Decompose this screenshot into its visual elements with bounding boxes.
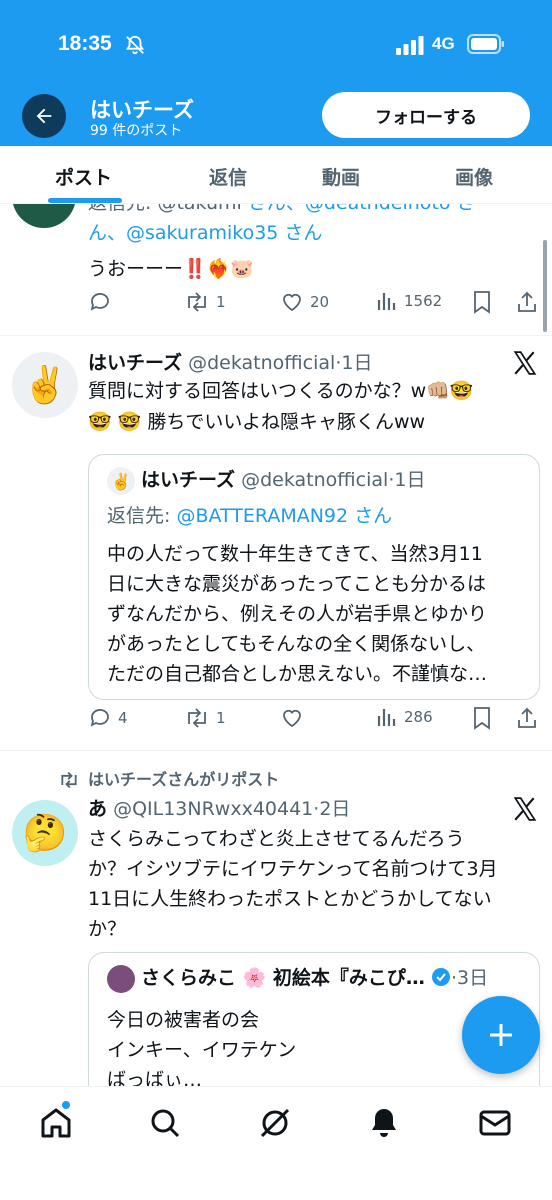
bookmark-button[interactable] xyxy=(472,290,492,314)
post-author-line: はいチーズ @dekatnofficial·1日 xyxy=(88,352,373,374)
profile-header: 18:35 4G はいチーズ 99 件のポスト フォローする xyxy=(0,0,552,146)
heart-icon xyxy=(283,293,301,312)
post-text-line: 🤓 🤓 勝ちでいいよね隠キャ豚くんww xyxy=(88,411,426,433)
bell-off-icon xyxy=(125,35,145,55)
timeline[interactable]: 返信先: @takumi さん、@deathdeinoto さ ん、@sakur… xyxy=(0,204,552,1086)
quote-reply-to: 返信先: @BATTERAMAN92 さん xyxy=(107,505,393,527)
status-bar: 18:35 4G xyxy=(0,28,552,64)
post-count: 99 件のポスト xyxy=(90,123,183,139)
quote-text-line: 今日の被害者の会 xyxy=(107,1009,260,1031)
bell-icon[interactable] xyxy=(366,1105,402,1141)
quote-text-line: ばっばぃ… xyxy=(107,1069,203,1086)
views-button[interactable]: 1562 xyxy=(376,290,442,312)
home-icon[interactable] xyxy=(38,1105,74,1141)
reply-icon xyxy=(90,709,109,727)
avatar[interactable] xyxy=(12,204,76,228)
bottom-navigation xyxy=(0,1086,552,1200)
post-author-line: あ @QIL13NRwxx40441·2日 xyxy=(88,798,351,820)
reply-icon xyxy=(90,293,109,311)
profile-tabs: ポスト 返信 動画 画像 xyxy=(0,146,552,204)
repost-label[interactable]: はいチーズさんがリポスト xyxy=(88,765,279,795)
reply-button[interactable] xyxy=(88,290,118,314)
battery-icon xyxy=(467,34,504,54)
quote-text-line: 日に大きな震災があったってことも分かるは xyxy=(107,573,487,595)
mention-link[interactable]: @sakuramiko35 xyxy=(126,222,278,244)
divider xyxy=(0,750,552,751)
post-actions: 1 20 1562 xyxy=(88,290,544,320)
quote-text-line: があったとしてもそんなの全く関係ないし、 xyxy=(107,633,486,655)
heart-icon xyxy=(283,709,301,728)
back-arrow-icon xyxy=(36,108,52,124)
tab-replies[interactable]: 返信 xyxy=(209,163,247,190)
quote-avatar: ✌️ xyxy=(107,467,135,495)
home-notification-dot xyxy=(62,1101,70,1109)
share-icon xyxy=(518,707,536,728)
active-tab-indicator xyxy=(48,198,122,203)
author-handle[interactable]: @dekatnofficial xyxy=(188,352,335,374)
divider xyxy=(0,335,552,336)
post-time: 1日 xyxy=(341,352,373,374)
avatar[interactable]: ✌️ xyxy=(12,352,78,418)
bookmark-icon xyxy=(474,707,490,730)
reply-button[interactable]: 4 xyxy=(88,706,128,730)
share-button[interactable] xyxy=(516,290,538,314)
author-name[interactable]: あ xyxy=(88,798,107,820)
compose-button[interactable] xyxy=(462,996,540,1074)
verified-badge-icon xyxy=(431,968,450,986)
quote-author-line: さくらみこ 🌸 初絵本『みこぴ… ·3日 xyxy=(141,967,489,989)
mail-icon[interactable] xyxy=(477,1105,513,1141)
avatar[interactable]: 🤔 xyxy=(12,800,78,866)
repost-button[interactable]: 1 xyxy=(184,706,226,730)
post-text: うおーーー‼️❤️‍🔥🐷 xyxy=(88,258,254,280)
back-button[interactable] xyxy=(22,94,66,138)
share-icon xyxy=(518,291,536,312)
author-name[interactable]: はいチーズ xyxy=(88,352,182,374)
search-icon[interactable] xyxy=(147,1105,183,1141)
signal-icon xyxy=(396,36,424,55)
follow-button[interactable]: フォローする xyxy=(322,92,530,138)
repost-icon xyxy=(188,292,206,312)
bookmark-button[interactable] xyxy=(472,706,492,730)
quote-text-line: ただの自己都合としか思えない。不謹慎な… xyxy=(107,663,488,685)
like-button[interactable] xyxy=(280,706,310,730)
tab-images[interactable]: 画像 xyxy=(455,163,493,190)
views-button[interactable]: 286 xyxy=(376,706,433,728)
tab-posts[interactable]: ポスト xyxy=(55,163,112,190)
quote-tweet[interactable]: ✌️ はいチーズ @dekatnofficial·1日 返信先: @BATTER… xyxy=(88,454,540,700)
grok-icon[interactable] xyxy=(257,1105,293,1141)
quote-author-line: はいチーズ @dekatnofficial·1日 xyxy=(141,469,426,491)
status-time: 18:35 xyxy=(58,32,112,55)
repost-button[interactable]: 1 xyxy=(184,290,226,314)
views-icon xyxy=(377,293,396,310)
post-text-line: 11日に人生終わったポストとかどうかしてない xyxy=(88,888,492,910)
network-type: 4G xyxy=(432,34,455,53)
mention-link[interactable]: @BATTERAMAN92 xyxy=(176,505,348,527)
repost-indicator-icon xyxy=(61,771,77,789)
author-handle[interactable]: @QIL13NRwxx40441 xyxy=(113,798,313,820)
post-actions: 4 1 286 xyxy=(88,706,544,736)
post-text-line: か？イシツブテにイワテケンって名前つけて3月 xyxy=(88,858,498,880)
reply-to-line-1: 返信先: @takumi さん、@deathdeinoto さ xyxy=(88,204,476,218)
plus-icon xyxy=(490,1024,512,1046)
post-text-line: 質問に対する回答はいつくるのかな？w👊🏼🤓 xyxy=(88,380,474,402)
repost-icon xyxy=(188,708,206,728)
quote-text-line: ずなんだから、例えその人が岩手県とゆかり xyxy=(107,603,488,625)
quote-text-line: 中の人だって数十年生きてきて、当然3月11 xyxy=(107,543,483,565)
post-time: 2日 xyxy=(319,798,351,820)
x-logo-icon xyxy=(513,797,537,821)
like-button[interactable]: 20 xyxy=(280,290,329,314)
bookmark-icon xyxy=(474,291,490,314)
reply-to-line-2: ん、@sakuramiko35 さん xyxy=(88,222,323,244)
share-button[interactable] xyxy=(516,706,538,730)
post-text-line: さくらみこってわざと炎上させてるんだろう xyxy=(88,828,465,850)
quote-text-line: インキー、イワテケン xyxy=(107,1039,297,1061)
post-text-line: か？ xyxy=(88,918,127,940)
x-logo-icon xyxy=(513,351,537,375)
scrollbar[interactable] xyxy=(543,240,547,332)
tab-videos[interactable]: 動画 xyxy=(322,163,360,190)
views-icon xyxy=(377,709,396,726)
quote-avatar xyxy=(107,965,135,993)
